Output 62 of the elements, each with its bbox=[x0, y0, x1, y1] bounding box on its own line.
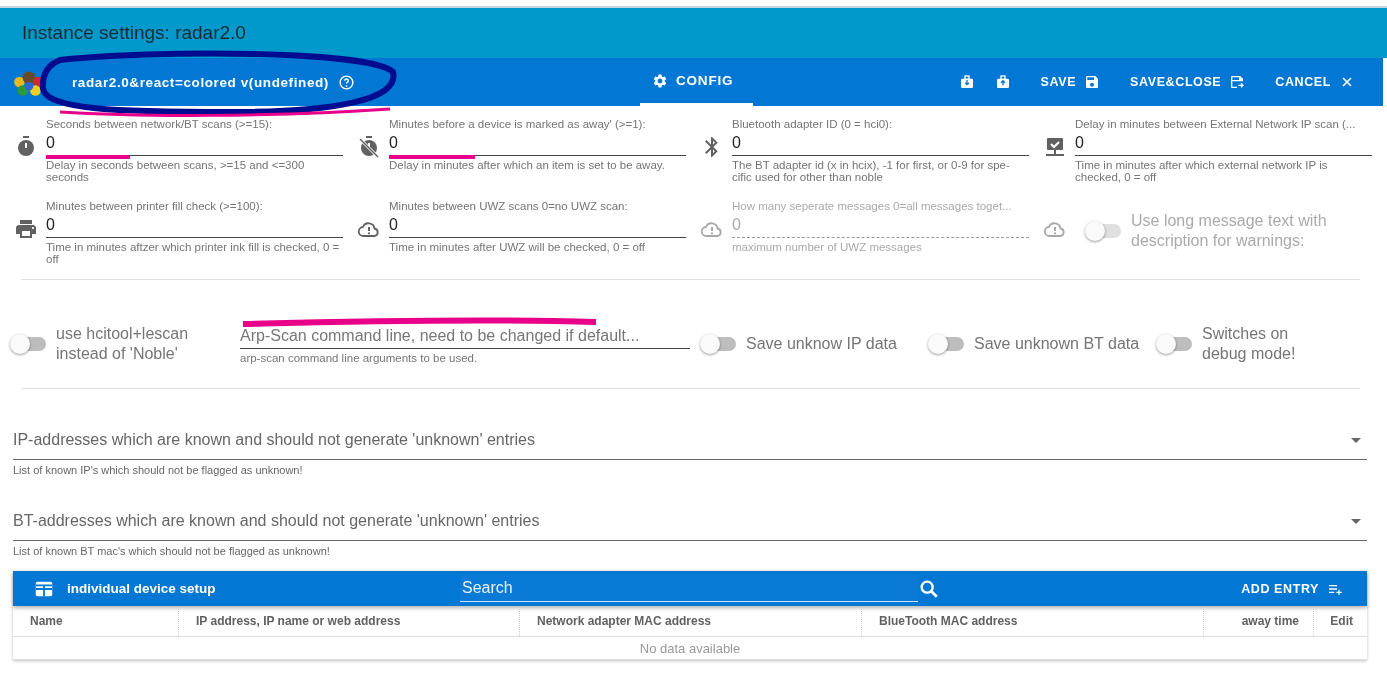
save-button[interactable]: SAVE bbox=[1036, 70, 1105, 94]
caret-icon bbox=[1351, 518, 1361, 524]
helper-text: List of known BT mac's which should not be flagged as unknown! bbox=[13, 545, 331, 557]
helper-text: maximum number of UWZ messages bbox=[732, 241, 923, 253]
column-header[interactable]: away time bbox=[1203, 606, 1313, 636]
switch-label: Switches on debug mode! bbox=[1202, 324, 1297, 364]
field-label: Bluetooth adapter ID (0 = hci0): bbox=[732, 117, 894, 131]
input-field[interactable]: Arp-Scan command line, need to be changed if default... bbox=[240, 324, 690, 349]
input-field[interactable]: 0 bbox=[389, 213, 686, 238]
helper-text: The BT adapter id (x in hcix), -1 for first, or 0-9 for spe-cific used for other than noble bbox=[732, 159, 1011, 183]
helper-text: Time in minutes aftzer which printer ink fill is checked, 0 = off bbox=[46, 241, 341, 265]
config-tab[interactable]: CONFIG bbox=[640, 58, 754, 106]
empty-message: No data available bbox=[639, 640, 741, 656]
helper-text: Time in minutes after UWZ will be checked, 0 = off bbox=[389, 241, 646, 253]
monitor-check-icon bbox=[1043, 135, 1067, 159]
switch-label: Save unknow IP data bbox=[746, 334, 897, 354]
field-label: Delay in minutes between External Network IP scan (... bbox=[1075, 117, 1357, 131]
save-close-button[interactable]: SAVE&CLOSE bbox=[1126, 70, 1250, 94]
input-field[interactable]: 0 bbox=[1075, 131, 1372, 156]
helper-text: Time in minutes after which external network IP is checked, 0 = off bbox=[1075, 159, 1329, 183]
select-field[interactable]: BT-addresses which are known and should not generate 'unknown' entries bbox=[13, 502, 1367, 541]
column-header[interactable]: Network adapter MAC address bbox=[519, 606, 861, 636]
column-header[interactable]: BlueTooth MAC address bbox=[861, 606, 1203, 636]
helper-text: List of known IP's which should not be flagged as unknown! bbox=[13, 464, 304, 476]
field-label: Minutes before a device is marked as away' (>=1): bbox=[389, 117, 647, 131]
stopwatch-off-icon bbox=[357, 135, 381, 159]
help-icon[interactable] bbox=[337, 73, 355, 91]
column-header[interactable]: Edit bbox=[1313, 606, 1367, 636]
select-field[interactable]: IP-addresses which are known and should not generate 'unknown' entries bbox=[13, 421, 1367, 460]
floppy-arrow-icon bbox=[1229, 74, 1246, 90]
floppy-icon bbox=[1084, 74, 1101, 90]
column-header[interactable]: Name bbox=[13, 606, 178, 636]
helper-text: Delay in seconds between scans, >=15 and <=300 seconds bbox=[46, 159, 306, 183]
switch-label: use hcitool+lescan instead of 'Noble' bbox=[56, 324, 190, 364]
briefcase-up-icon bbox=[994, 74, 1011, 90]
field-label: Minutes between printer fill check (>=100): bbox=[46, 199, 264, 213]
switch-label: Save unknown BT data bbox=[974, 334, 1140, 354]
table-title: individual device setup bbox=[67, 581, 217, 596]
helper-text: arp-scan command line arguments to be used. bbox=[240, 352, 479, 364]
field-label: Seconds between network/BT scans (>=15): bbox=[46, 117, 274, 131]
column-header[interactable]: IP address, IP name or web address bbox=[178, 606, 519, 636]
gear-icon bbox=[652, 72, 668, 89]
printer-icon bbox=[14, 217, 38, 241]
briefcase-down-icon bbox=[958, 74, 975, 90]
caret-icon bbox=[1351, 437, 1361, 443]
input-field[interactable]: 0 bbox=[46, 213, 343, 238]
toggle-switch[interactable] bbox=[702, 337, 736, 351]
input-field[interactable]: 0 bbox=[46, 131, 343, 156]
cancel-button[interactable]: CANCEL bbox=[1271, 70, 1359, 94]
input-field[interactable]: 0 bbox=[389, 131, 686, 156]
search-field[interactable]: Search bbox=[460, 575, 918, 602]
field-label: How many seperate messages 0=all messages toget... bbox=[732, 199, 1013, 213]
toggle-switch[interactable] bbox=[930, 337, 964, 351]
switch-label: Use long message text with description for warnings: bbox=[1131, 211, 1328, 251]
input-field[interactable]: 0 bbox=[732, 131, 1029, 156]
toggle-switch[interactable] bbox=[1158, 337, 1192, 351]
adapter-title: radar2.0&react=colored v(undefined) bbox=[72, 74, 329, 90]
toggle-switch[interactable] bbox=[12, 337, 46, 351]
field-label: Minutes between UWZ scans 0=no UWZ scan: bbox=[389, 199, 629, 213]
window-title: Instance settings: radar2.0 bbox=[22, 22, 246, 44]
helper-text: Delay in minutes after which an item is set to be away. bbox=[389, 159, 666, 171]
add-entry-button[interactable]: ADD ENTRY bbox=[1237, 576, 1347, 601]
